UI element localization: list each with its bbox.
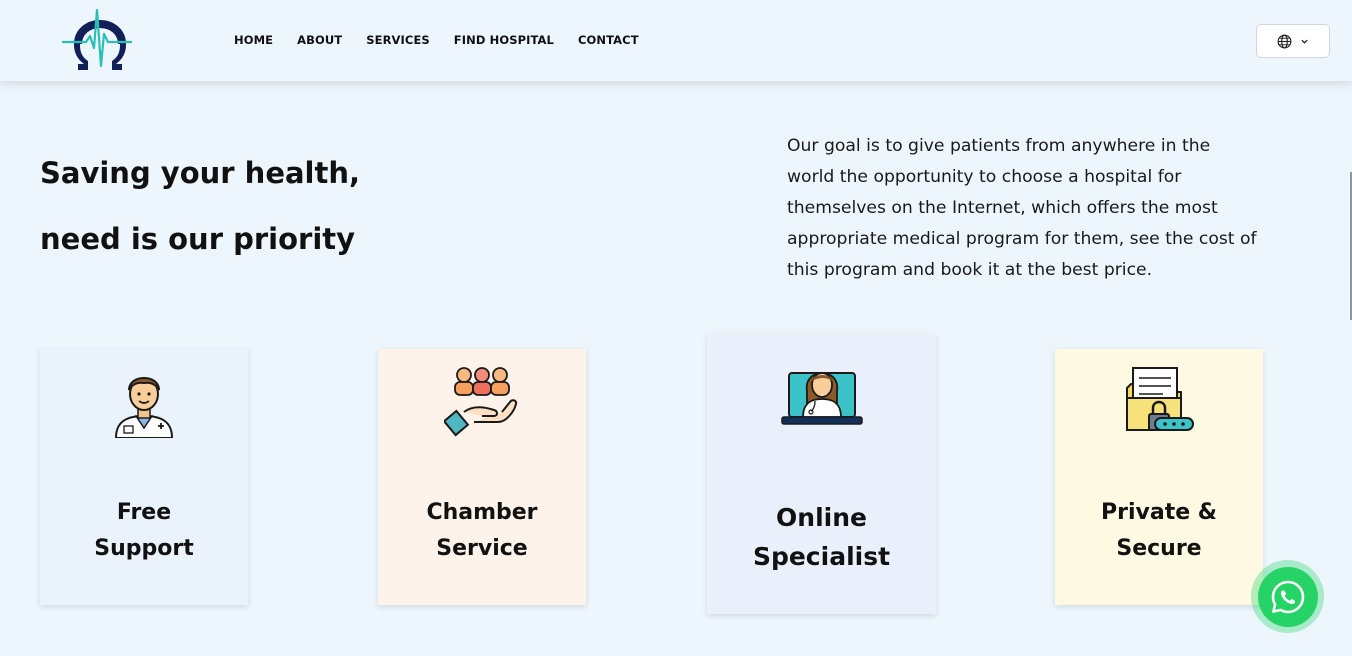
feature-label: Online Specialist (753, 498, 890, 576)
laptop-doctor-icon (780, 352, 863, 428)
feature-card-free-support[interactable]: Free Support (40, 349, 248, 605)
hand-people-icon (444, 363, 520, 439)
nav-about-link[interactable]: ABOUT (297, 33, 342, 47)
feature-label-line1: Private & (1101, 500, 1217, 525)
hero-title-line2: need is our priority (40, 222, 356, 256)
chevron-down-icon (1301, 39, 1308, 44)
navbar: HOME ABOUT SERVICES FIND HOSPITAL CONTAC… (0, 0, 1352, 81)
feature-label-line2: Specialist (752, 542, 891, 571)
feature-label-line1: Chamber (426, 500, 538, 525)
feature-label-line2: Support (94, 536, 194, 561)
nav-find-hospital-link[interactable]: FIND HOSPITAL (454, 33, 554, 47)
feature-label-line1: Online (776, 503, 867, 532)
logo-icon (62, 8, 132, 70)
feature-label-line2: Secure (1116, 536, 1202, 561)
feature-card-private-secure[interactable]: Private & Secure (1055, 349, 1263, 605)
feature-card-chamber-service[interactable]: Chamber Service (378, 349, 586, 605)
feature-label-line1: Free (116, 500, 172, 525)
secure-folder-icon (1123, 363, 1195, 439)
logo[interactable] (60, 6, 134, 74)
whatsapp-button-inner (1257, 566, 1318, 627)
whatsapp-button[interactable] (1251, 560, 1324, 633)
hero-title: Saving your health, need is our priority (40, 140, 460, 272)
globe-icon (1277, 34, 1292, 48)
feature-label-line2: Service (436, 536, 528, 561)
feature-label: Chamber Service (426, 495, 537, 567)
feature-card-online-specialist[interactable]: Online Specialist (707, 334, 936, 614)
nav-services-link[interactable]: SERVICES (366, 33, 430, 47)
language-selector[interactable] (1256, 24, 1330, 58)
hero-title-line1: Saving your health, (40, 156, 361, 190)
feature-label: Private & Secure (1101, 495, 1217, 567)
nav-contact-link[interactable]: CONTACT (578, 33, 639, 47)
hero-description: Our goal is to give patients from anywhe… (787, 136, 1257, 280)
doctor-icon (112, 363, 176, 439)
main-nav: HOME ABOUT SERVICES FIND HOSPITAL CONTAC… (234, 33, 663, 47)
nav-home-link[interactable]: HOME (234, 33, 273, 47)
whatsapp-icon (1271, 580, 1304, 613)
feature-label: Free Support (94, 495, 193, 567)
